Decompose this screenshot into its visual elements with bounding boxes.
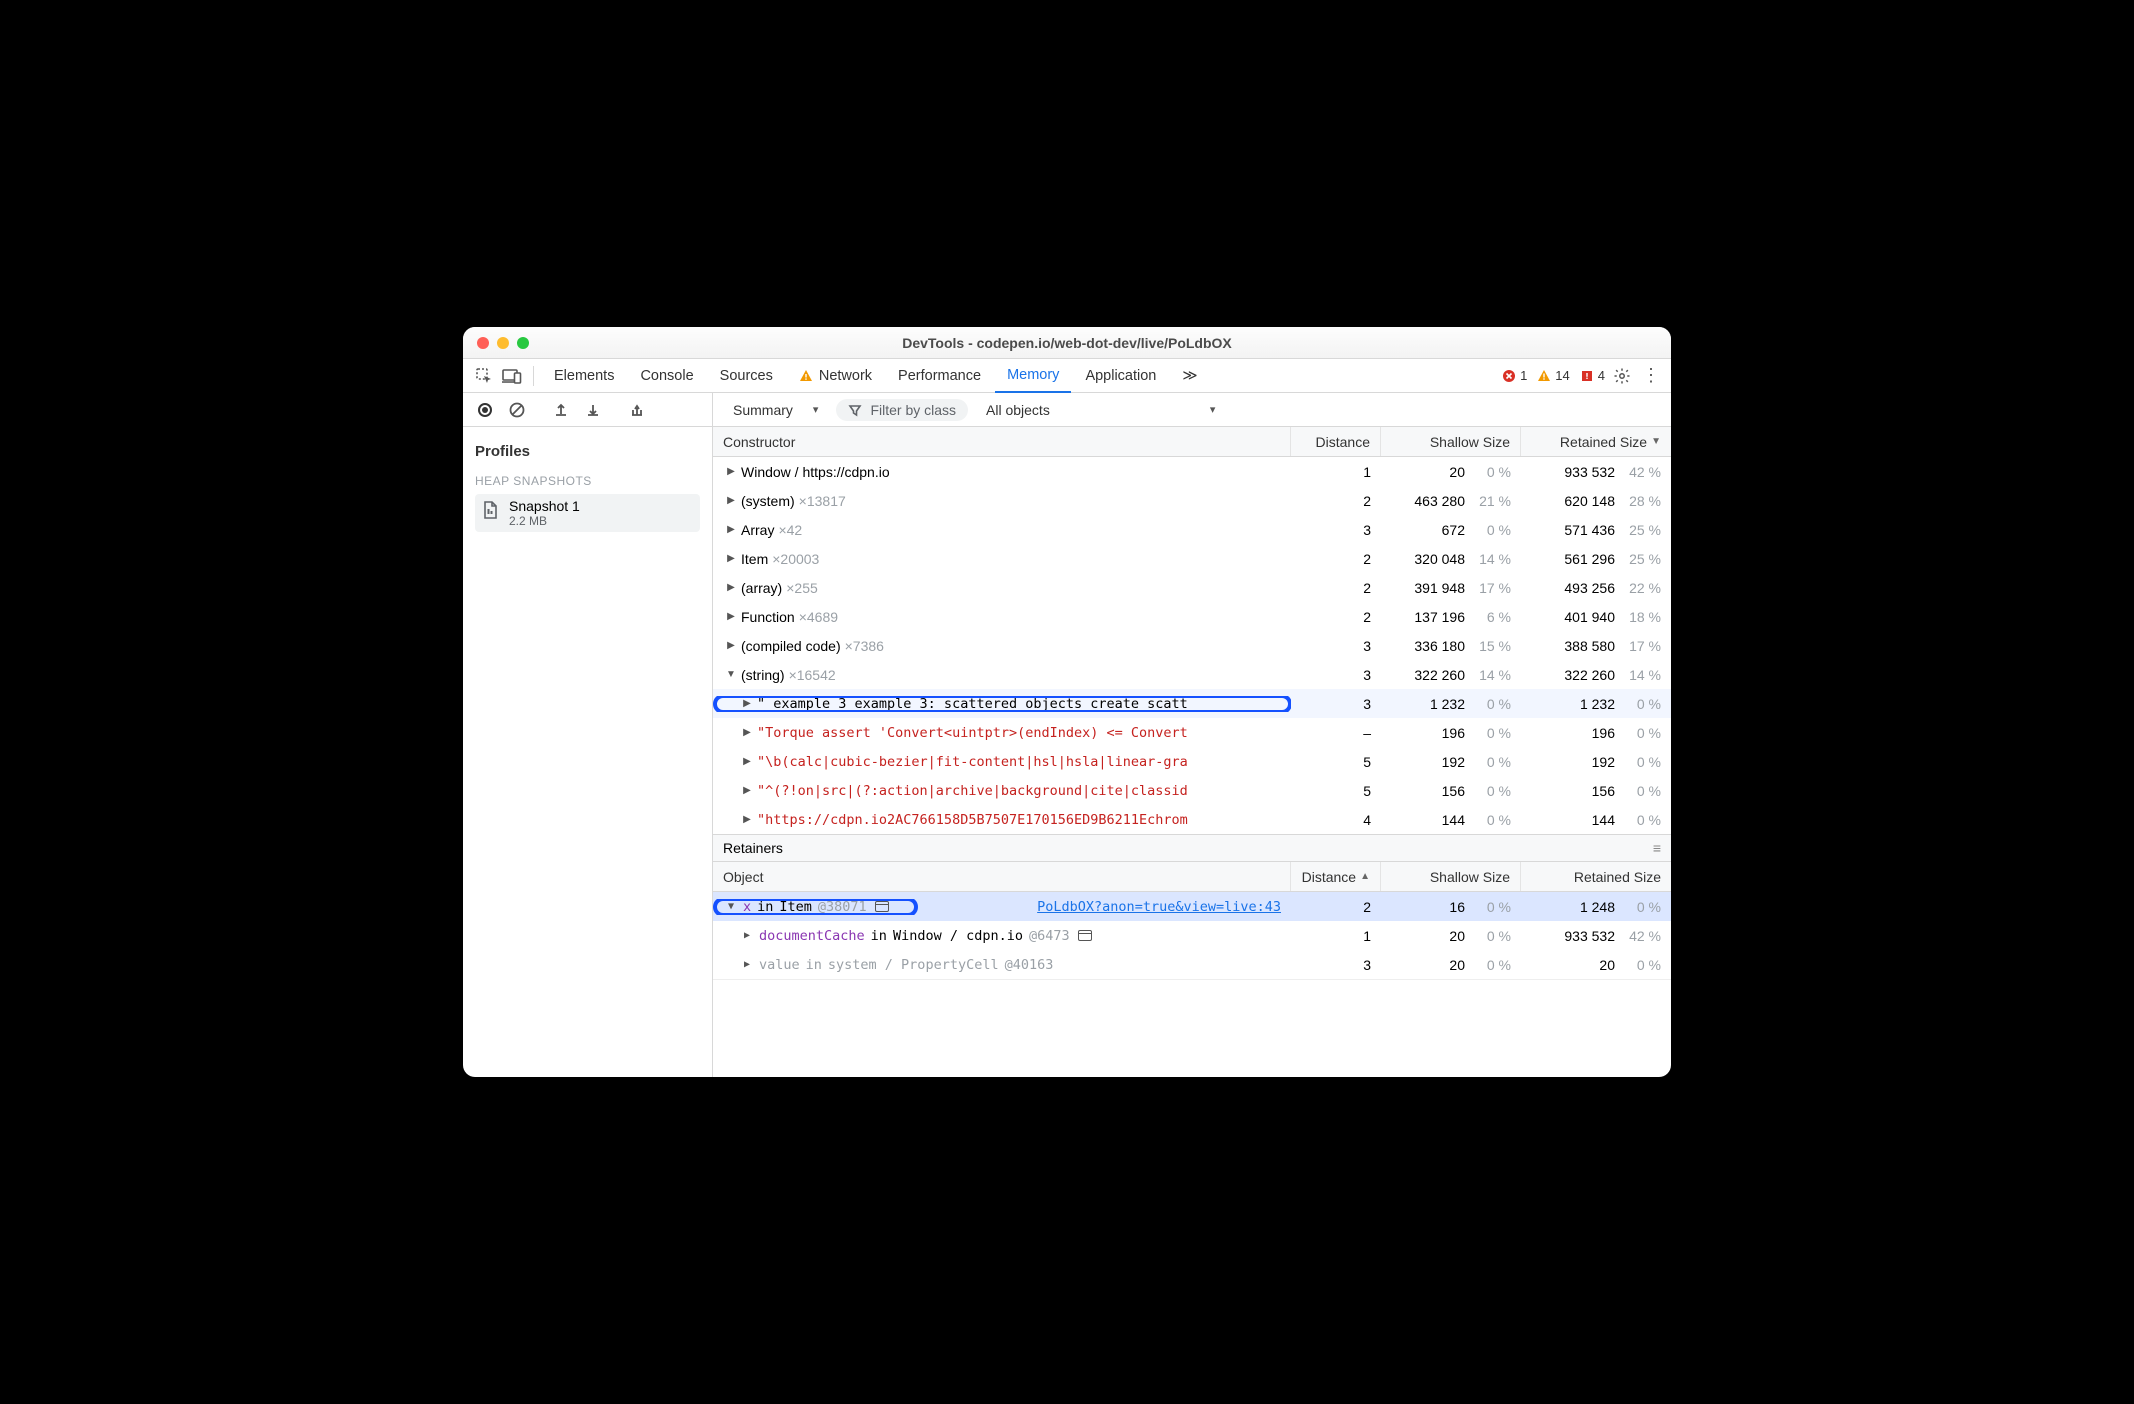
more-icon[interactable]: ⋮: [1639, 365, 1663, 386]
constructor-row[interactable]: ▶Array ×42 3 6720 % 571 43625 %: [713, 515, 1671, 544]
constructor-row[interactable]: ▶(array) ×255 2 391 94817 % 493 25622 %: [713, 573, 1671, 602]
heap-section-label: HEAP SNAPSHOTS: [475, 474, 700, 488]
snapshot-name: Snapshot 1: [509, 498, 580, 514]
constructor-row[interactable]: ▶Function ×4689 2 137 1966 % 401 94018 %: [713, 602, 1671, 631]
col-constructor[interactable]: Constructor: [713, 427, 1291, 456]
view-select[interactable]: Summary: [723, 398, 828, 422]
filter-icon: [848, 403, 862, 417]
error-icon: [1502, 369, 1516, 383]
separator: [533, 366, 534, 386]
disclosure-triangle-icon[interactable]: ▶: [741, 698, 753, 709]
constructor-row-string[interactable]: ▼(string) ×16542 3322 26014 %322 26014 %: [713, 660, 1671, 689]
string-instance-row[interactable]: ▶ "^(?!on|src|(?:action|archive|backgrou…: [713, 776, 1671, 805]
warning-icon: [799, 369, 813, 383]
disclosure-triangle-icon[interactable]: ▼: [725, 901, 737, 912]
scope-select[interactable]: All objects▾: [976, 398, 1225, 422]
constructor-row[interactable]: ▶Window / https://cdpn.io 1 200 % 933 53…: [713, 457, 1671, 486]
tab-application[interactable]: Application: [1073, 359, 1168, 393]
tab-sources[interactable]: Sources: [708, 359, 785, 393]
col-shallow2[interactable]: Shallow Size: [1381, 862, 1521, 891]
disclosure-triangle-icon[interactable]: ▶: [741, 959, 753, 970]
col-retained2[interactable]: Retained Size: [1521, 862, 1671, 891]
tab-network[interactable]: Network: [787, 359, 884, 393]
tab-elements[interactable]: Elements: [542, 359, 626, 393]
class-filter[interactable]: Filter by class: [836, 399, 968, 421]
settings-icon[interactable]: [1613, 367, 1637, 385]
col-distance2[interactable]: Distance▲: [1291, 862, 1381, 891]
upload-icon[interactable]: [547, 396, 575, 424]
tab-console[interactable]: Console: [628, 359, 705, 393]
minimize-icon[interactable]: [497, 337, 509, 349]
window-icon: [1078, 930, 1092, 941]
retainer-row[interactable]: ▼ x in Item @38071 PoLdbOX?anon=true&vie…: [713, 892, 1671, 921]
download-icon[interactable]: [579, 396, 607, 424]
retainer-row[interactable]: ▶ documentCache in Window / cdpn.io @647…: [713, 921, 1671, 950]
panel-tabs: Elements Console Sources Network Perform…: [463, 359, 1671, 393]
disclosure-triangle-icon[interactable]: ▶: [725, 611, 737, 622]
inspect-icon[interactable]: [471, 363, 497, 389]
snapshot-item[interactable]: Snapshot 1 2.2 MB: [475, 494, 700, 532]
disclosure-triangle-icon[interactable]: ▶: [741, 814, 753, 825]
string-instance-row[interactable]: ▶ "\b(calc|cubic-bezier|fit-content|hsl|…: [713, 747, 1671, 776]
disclosure-triangle-icon[interactable]: ▼: [725, 669, 737, 680]
gc-icon[interactable]: [623, 396, 651, 424]
tab-more[interactable]: ≫: [1170, 359, 1209, 393]
hamburger-icon[interactable]: ≡: [1653, 840, 1661, 856]
tab-memory[interactable]: Memory: [995, 359, 1071, 393]
sort-desc-icon: ▼: [1651, 436, 1661, 447]
issue-counts[interactable]: 1 14 4: [1502, 368, 1605, 383]
disclosure-triangle-icon[interactable]: ▶: [741, 930, 753, 941]
disclosure-triangle-icon[interactable]: ▶: [725, 524, 737, 535]
string-instance-row[interactable]: ▶ "https://cdpn.io2AC766158D5B7507E17015…: [713, 805, 1671, 834]
disclosure-triangle-icon[interactable]: ▶: [725, 466, 737, 477]
disclosure-triangle-icon[interactable]: ▶: [725, 582, 737, 593]
string-instance-row[interactable]: ▶ " example 3 example 3: scattered objec…: [713, 689, 1671, 718]
col-distance[interactable]: Distance: [1291, 427, 1381, 456]
traffic-lights: [477, 337, 529, 349]
heap-grid: Constructor Distance Shallow Size Retain…: [713, 427, 1671, 1077]
warning-icon: [1537, 369, 1551, 383]
source-link[interactable]: PoLdbOX?anon=true&view=live:43: [1037, 899, 1281, 915]
close-icon[interactable]: [477, 337, 489, 349]
constructor-row[interactable]: ▶(compiled code) ×7386 3 336 18015 % 388…: [713, 631, 1671, 660]
disclosure-triangle-icon[interactable]: ▶: [741, 727, 753, 738]
window-icon: [875, 901, 889, 912]
disclosure-triangle-icon[interactable]: ▶: [725, 553, 737, 564]
record-icon[interactable]: [471, 396, 499, 424]
disclosure-triangle-icon[interactable]: ▶: [741, 785, 753, 796]
constructor-row[interactable]: ▶Item ×20003 2 320 04814 % 561 29625 %: [713, 544, 1671, 573]
memory-toolbar: Summary Filter by class All objects▾: [463, 393, 1671, 427]
col-shallow[interactable]: Shallow Size: [1381, 427, 1521, 456]
retainers-grid-header: Object Distance▲ Shallow Size Retained S…: [713, 862, 1671, 892]
string-instance-row[interactable]: ▶ "Torque assert 'Convert<uintptr>(endIn…: [713, 718, 1671, 747]
issue-icon: [1580, 369, 1594, 383]
retainer-row[interactable]: ▶ value in system / PropertyCell @40163 …: [713, 950, 1671, 979]
snapshot-file-icon: [481, 500, 499, 520]
retainers-header: Retainers ≡: [713, 834, 1671, 862]
zoom-icon[interactable]: [517, 337, 529, 349]
devtools-window: DevTools - codepen.io/web-dot-dev/live/P…: [463, 327, 1671, 1077]
snapshot-size: 2.2 MB: [509, 514, 580, 528]
disclosure-triangle-icon[interactable]: ▶: [725, 640, 737, 651]
constructor-row[interactable]: ▶(system) ×13817 2 463 28021 % 620 14828…: [713, 486, 1671, 515]
col-object[interactable]: Object: [713, 862, 1291, 891]
disclosure-triangle-icon[interactable]: ▶: [741, 756, 753, 767]
grid-header: Constructor Distance Shallow Size Retain…: [713, 427, 1671, 457]
device-toolbar-icon[interactable]: [499, 363, 525, 389]
tab-performance[interactable]: Performance: [886, 359, 993, 393]
col-retained[interactable]: Retained Size▼: [1521, 427, 1671, 456]
sort-asc-icon: ▲: [1360, 871, 1370, 882]
clear-icon[interactable]: [503, 396, 531, 424]
disclosure-triangle-icon[interactable]: ▶: [725, 495, 737, 506]
titlebar: DevTools - codepen.io/web-dot-dev/live/P…: [463, 327, 1671, 359]
profiles-header: Profiles: [475, 443, 700, 460]
window-title: DevTools - codepen.io/web-dot-dev/live/P…: [463, 335, 1671, 351]
profiles-sidebar: Profiles HEAP SNAPSHOTS Snapshot 1 2.2 M…: [463, 427, 713, 1077]
